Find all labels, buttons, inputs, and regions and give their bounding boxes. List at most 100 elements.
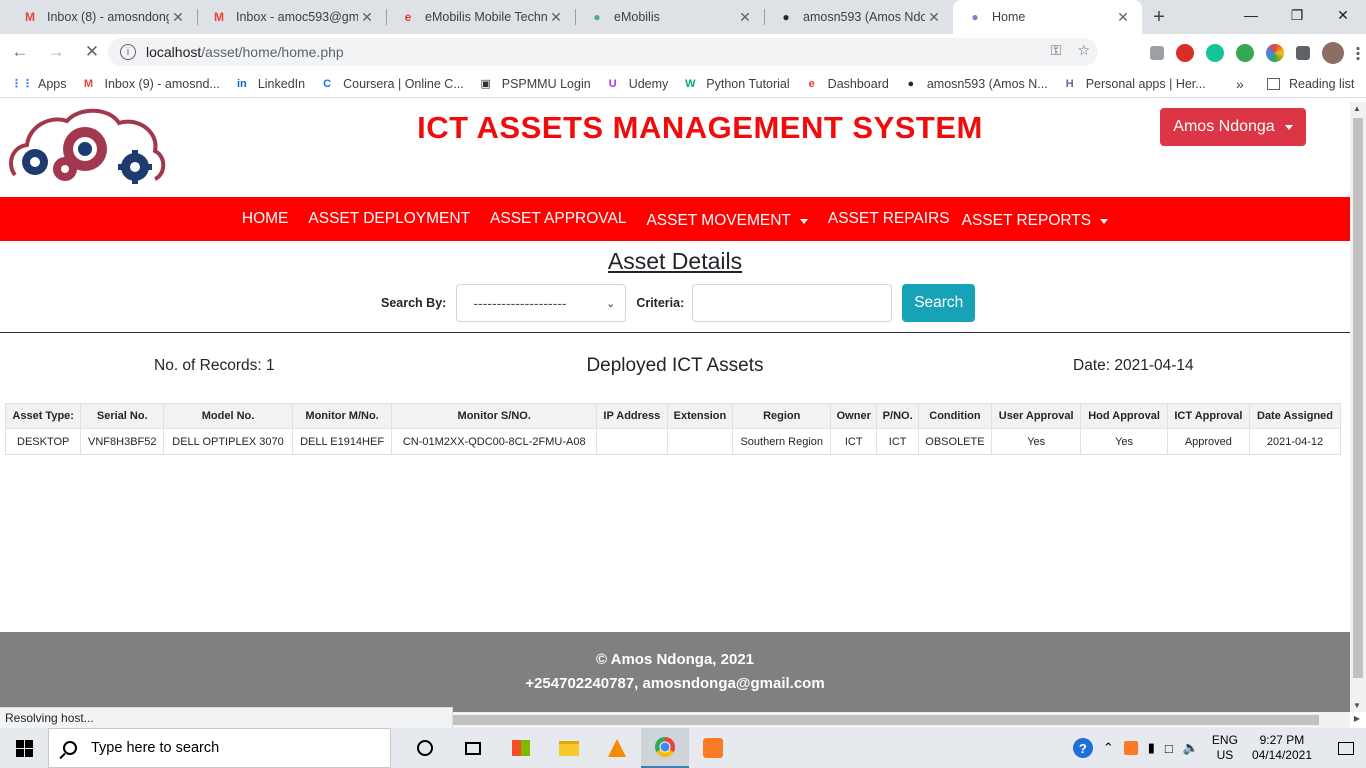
- menu-dots-icon[interactable]: [1356, 46, 1360, 60]
- help-icon[interactable]: ?: [1072, 738, 1093, 758]
- bookmark-item[interactable]: in LinkedIn: [234, 76, 305, 92]
- column-header: Region: [732, 403, 832, 429]
- bookmark-item[interactable]: ▣ PSPMMU Login: [478, 76, 591, 92]
- vertical-scrollbar[interactable]: ▲ ▼: [1350, 102, 1366, 712]
- bookmark-item[interactable]: M Inbox (9) - amosnd...: [81, 76, 220, 92]
- start-button[interactable]: [0, 728, 48, 768]
- browser-tab[interactable]: ● Home ✕: [953, 0, 1142, 34]
- close-tab-icon[interactable]: ✕: [1114, 9, 1132, 26]
- table-cell: 2021-04-12: [1249, 428, 1341, 455]
- store-app[interactable]: [497, 728, 545, 768]
- page-viewport: ICT ASSETS MANAGEMENT SYSTEM Amos Ndonga…: [0, 102, 1350, 712]
- color-picker-icon[interactable]: [1266, 44, 1284, 62]
- close-tab-icon[interactable]: ✕: [925, 9, 943, 26]
- grammarly-icon[interactable]: [1206, 44, 1224, 62]
- column-header: Date Assigned: [1249, 403, 1341, 429]
- forward-button[interactable]: →: [40, 36, 72, 68]
- volume-icon[interactable]: 🔈: [1183, 740, 1199, 756]
- close-window-button[interactable]: ✕: [1320, 0, 1366, 30]
- nav-asset-reports[interactable]: ASSET REPORTS: [962, 212, 1109, 230]
- more-bookmarks-button[interactable]: »: [1236, 76, 1244, 92]
- browser-tab[interactable]: ● eMobilis ✕: [575, 0, 764, 34]
- gmail-icon: M: [214, 10, 224, 24]
- pspmmu-icon: ▣: [480, 78, 491, 90]
- maximize-button[interactable]: ❐: [1274, 0, 1320, 30]
- cortana-icon: [417, 740, 433, 756]
- task-view-button[interactable]: [449, 728, 497, 768]
- bookmark-item[interactable]: U Udemy: [605, 76, 669, 92]
- file-explorer-app[interactable]: [545, 728, 593, 768]
- scroll-down-arrow-icon[interactable]: ▼: [1353, 701, 1361, 710]
- search-button[interactable]: Search: [902, 284, 976, 322]
- clock[interactable]: 9:27 PM 04/14/2021: [1252, 733, 1312, 763]
- bookmark-item[interactable]: ● amosn593 (Amos N...: [903, 76, 1048, 92]
- column-header: Monitor M/No.: [291, 403, 393, 429]
- bookmark-label: Python Tutorial: [706, 76, 790, 91]
- taskbar-search-box[interactable]: Type here to search: [48, 728, 391, 768]
- chevron-up-icon[interactable]: ⌃: [1103, 740, 1114, 756]
- nav-asset-movement[interactable]: ASSET MOVEMENT: [646, 212, 808, 230]
- minimize-button[interactable]: —: [1228, 0, 1274, 30]
- close-tab-icon[interactable]: ✕: [169, 9, 187, 26]
- nav-asset-movement-label: ASSET MOVEMENT: [646, 212, 791, 229]
- extension-2-icon[interactable]: [1176, 44, 1194, 62]
- xampp-app[interactable]: [689, 728, 737, 768]
- close-tab-icon[interactable]: ✕: [547, 9, 565, 26]
- reading-list-button[interactable]: Reading list: [1267, 77, 1354, 91]
- site-info-icon[interactable]: i: [120, 44, 136, 60]
- cortana-button[interactable]: [401, 728, 449, 768]
- column-header: User Approval: [990, 403, 1082, 429]
- search-form: Search By: -------------------- ⌄ Criter…: [381, 284, 976, 322]
- table-row: DESKTOP VNF8H3BF52 DELL OPTIPLEX 3070 DELL …: [4, 428, 1341, 455]
- extensions-puzzle-icon[interactable]: [1296, 46, 1310, 60]
- user-menu-button[interactable]: Amos Ndonga: [1160, 108, 1306, 146]
- nav-asset-repairs[interactable]: ASSET REPAIRS: [828, 210, 950, 228]
- horizontal-scroll-thumb[interactable]: [453, 715, 1319, 725]
- extension-4-icon[interactable]: [1236, 44, 1254, 62]
- network-icon[interactable]: □: [1165, 741, 1173, 756]
- search-by-select[interactable]: -------------------- ⌄: [456, 284, 627, 322]
- horizontal-scrollbar[interactable]: ▶: [453, 712, 1360, 728]
- scroll-up-arrow-icon[interactable]: ▲: [1353, 104, 1361, 113]
- bookmark-star-icon[interactable]: ☆: [1077, 42, 1090, 59]
- chrome-app[interactable]: [641, 728, 689, 768]
- battery-icon[interactable]: ▮: [1148, 740, 1155, 756]
- column-header: P/NO.: [876, 403, 919, 429]
- column-header: Asset Type:: [4, 403, 82, 429]
- bookmark-item[interactable]: C Coursera | Online C...: [319, 76, 464, 92]
- criteria-input[interactable]: [692, 284, 893, 322]
- nav-asset-approval[interactable]: ASSET APPROVAL: [490, 210, 626, 228]
- browser-tab[interactable]: e eMobilis Mobile Techno ✕: [386, 0, 575, 34]
- tab-title: eMobilis Mobile Techno: [425, 10, 547, 24]
- notifications-button[interactable]: [1326, 728, 1366, 768]
- browser-tab[interactable]: M Inbox - amoc593@gma ✕: [197, 0, 386, 34]
- stop-loading-button[interactable]: ✕: [76, 36, 108, 68]
- scroll-right-arrow-icon[interactable]: ▶: [1354, 714, 1360, 723]
- profile-avatar[interactable]: [1322, 42, 1344, 64]
- new-tab-button[interactable]: +: [1142, 0, 1176, 34]
- back-button[interactable]: ←: [4, 36, 36, 68]
- bookmark-item[interactable]: W Python Tutorial: [682, 76, 790, 92]
- extension-1-icon[interactable]: [1150, 46, 1164, 60]
- key-icon[interactable]: ⚿: [1051, 42, 1062, 59]
- bookmark-item[interactable]: e Dashboard: [804, 76, 889, 92]
- input-language[interactable]: ENG US: [1212, 733, 1238, 763]
- bookmark-item[interactable]: ⋮⋮ Apps: [11, 76, 67, 92]
- table-cell: Approved: [1166, 428, 1251, 455]
- footer-contact: +254702240787, amosndonga@gmail.com: [525, 675, 825, 692]
- table-cell: ICT: [876, 428, 919, 455]
- address-bar[interactable]: i localhost/asset/home/home.php ⚿ ☆: [108, 38, 1098, 66]
- nav-asset-deployment[interactable]: ASSET DEPLOYMENT: [308, 210, 470, 228]
- close-tab-icon[interactable]: ✕: [736, 9, 754, 26]
- windows-logo-icon: [15, 739, 33, 757]
- vlc-app[interactable]: [593, 728, 641, 768]
- bookmark-item[interactable]: H Personal apps | Her...: [1062, 76, 1206, 92]
- browser-tab[interactable]: M Inbox (8) - amosndonga ✕: [8, 0, 197, 34]
- browser-tab[interactable]: ● amosn593 (Amos Ndon ✕: [764, 0, 953, 34]
- nav-home[interactable]: HOME: [242, 210, 289, 228]
- github-icon: ●: [782, 10, 790, 24]
- bookmark-label: Apps: [38, 76, 67, 91]
- xampp-tray-icon[interactable]: [1123, 741, 1138, 755]
- vertical-scroll-thumb[interactable]: [1353, 118, 1363, 678]
- close-tab-icon[interactable]: ✕: [358, 9, 376, 26]
